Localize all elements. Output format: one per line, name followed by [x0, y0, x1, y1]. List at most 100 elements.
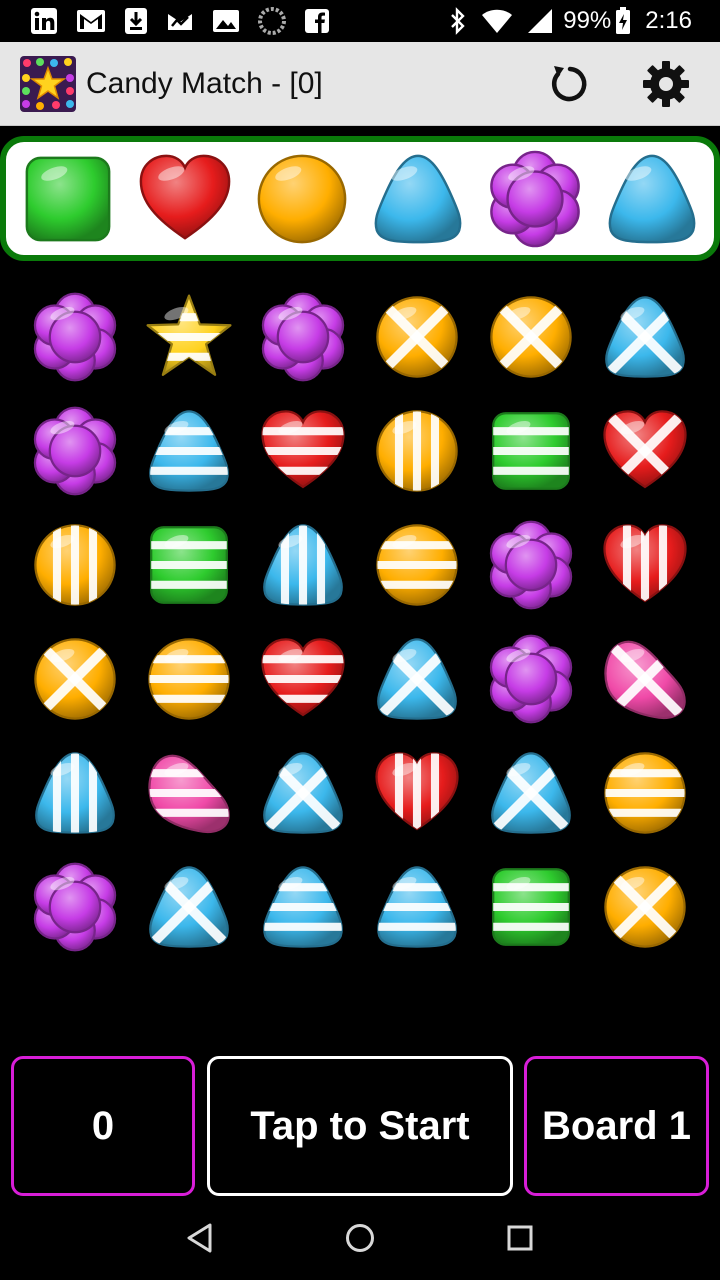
circle-candy-icon [34, 524, 116, 606]
board-cell-r3-c5[interactable] [474, 508, 588, 622]
square-candy-icon [492, 412, 570, 490]
app-title: Candy Match - [0] [86, 66, 323, 100]
app-bar: Candy Match - [0] [0, 42, 720, 126]
board-cell-r1-c3[interactable] [246, 280, 360, 394]
board-cell-r5-c1[interactable] [18, 736, 132, 850]
heart-candy-icon [139, 154, 231, 240]
board-cell-r3-c3[interactable] [246, 508, 360, 622]
bottom-controls: 0 Tap to Start Board 1 [0, 1056, 720, 1196]
board-cell-r1-c6[interactable] [588, 280, 702, 394]
settings-button[interactable] [636, 54, 696, 114]
board-cell-r4-c1[interactable] [18, 622, 132, 736]
board-cell-r5-c3[interactable] [246, 736, 360, 850]
bean-candy-icon [148, 754, 230, 833]
bean-candy-icon [604, 640, 686, 719]
board-cell-r6-c1[interactable] [18, 850, 132, 964]
circle-candy-icon [604, 866, 686, 948]
photos-icon [213, 10, 239, 32]
circle-candy-icon [376, 410, 458, 492]
circle-candy-icon [604, 752, 686, 834]
gmail-icon [77, 10, 105, 32]
recents-icon [507, 1225, 533, 1251]
board-cell-r2-c6[interactable] [588, 394, 702, 508]
circle-candy-icon [257, 154, 346, 243]
board-button[interactable]: Board 1 [524, 1056, 709, 1196]
bluetooth-icon [451, 7, 465, 35]
flower-candy-icon [33, 406, 117, 496]
activity-icon [168, 14, 192, 30]
app-logo-icon [20, 55, 76, 112]
status-bar: 99% 2:16 [0, 0, 720, 42]
flower-candy-icon [33, 862, 117, 952]
board-cell-r1-c5[interactable] [474, 280, 588, 394]
square-candy-icon [25, 156, 111, 241]
board-cell-r4-c5[interactable] [474, 622, 588, 736]
drop-candy-icon [608, 154, 696, 243]
circle-candy-icon [376, 296, 458, 378]
notification-icons [30, 7, 348, 35]
flower-candy-icon [490, 150, 580, 247]
drop-candy-icon [377, 866, 457, 948]
board-cell-r2-c2[interactable] [132, 394, 246, 508]
board-cell-r1-c1[interactable] [18, 280, 132, 394]
board-cell-r2-c3[interactable] [246, 394, 360, 508]
target-candy-4 [365, 146, 471, 252]
board-cell-r6-c6[interactable] [588, 850, 702, 964]
app-actions [540, 54, 696, 114]
board-cell-r2-c4[interactable] [360, 394, 474, 508]
battery-icon [616, 7, 631, 34]
board-cell-r3-c6[interactable] [588, 508, 702, 622]
board-cell-r6-c2[interactable] [132, 850, 246, 964]
game-board [18, 280, 702, 964]
star-candy-icon [146, 294, 232, 376]
board-cell-r1-c4[interactable] [360, 280, 474, 394]
board-cell-r3-c4[interactable] [360, 508, 474, 622]
board-cell-r3-c2[interactable] [132, 508, 246, 622]
drop-candy-icon [263, 752, 343, 834]
board-cell-r2-c5[interactable] [474, 394, 588, 508]
drop-candy-icon [263, 524, 343, 606]
back-icon [187, 1223, 212, 1253]
target-candy-2 [132, 146, 238, 252]
board-cell-r5-c6[interactable] [588, 736, 702, 850]
download-icon [125, 8, 147, 34]
drop-candy-icon [149, 410, 229, 492]
board-cell-r4-c3[interactable] [246, 622, 360, 736]
drop-candy-icon [377, 638, 457, 720]
board-cell-r2-c1[interactable] [18, 394, 132, 508]
board-cell-r5-c2[interactable] [132, 736, 246, 850]
board-cell-r6-c4[interactable] [360, 850, 474, 964]
board-cell-r4-c4[interactable] [360, 622, 474, 736]
facebook-icon [305, 9, 329, 33]
back-button[interactable] [160, 1198, 240, 1278]
home-icon [346, 1224, 374, 1252]
drop-candy-icon [263, 866, 343, 948]
drop-candy-icon [605, 296, 685, 378]
drop-candy-icon [374, 154, 462, 243]
flower-candy-icon [33, 292, 117, 382]
flower-candy-icon [489, 634, 573, 724]
gear-icon [643, 61, 689, 107]
recents-button[interactable] [480, 1198, 560, 1278]
refresh-button[interactable] [540, 54, 600, 114]
start-button[interactable]: Tap to Start [207, 1056, 513, 1196]
circle-candy-icon [148, 638, 230, 720]
board-cell-r6-c3[interactable] [246, 850, 360, 964]
board-cell-r4-c2[interactable] [132, 622, 246, 736]
heart-candy-icon [375, 752, 459, 831]
heart-candy-icon [603, 410, 687, 489]
board-cell-r5-c4[interactable] [360, 736, 474, 850]
board-cell-r6-c5[interactable] [474, 850, 588, 964]
board-cell-r3-c1[interactable] [18, 508, 132, 622]
board-cell-r1-c2[interactable] [132, 280, 246, 394]
circle-candy-icon [34, 638, 116, 720]
target-candy-1 [15, 146, 121, 252]
board-cell-r4-c6[interactable] [588, 622, 702, 736]
refresh-icon [552, 66, 587, 102]
square-candy-icon [492, 868, 570, 946]
board-cell-r5-c5[interactable] [474, 736, 588, 850]
drop-candy-icon [149, 866, 229, 948]
home-button[interactable] [320, 1198, 400, 1278]
score-display: 0 [11, 1056, 195, 1196]
signal-icon [528, 9, 553, 33]
